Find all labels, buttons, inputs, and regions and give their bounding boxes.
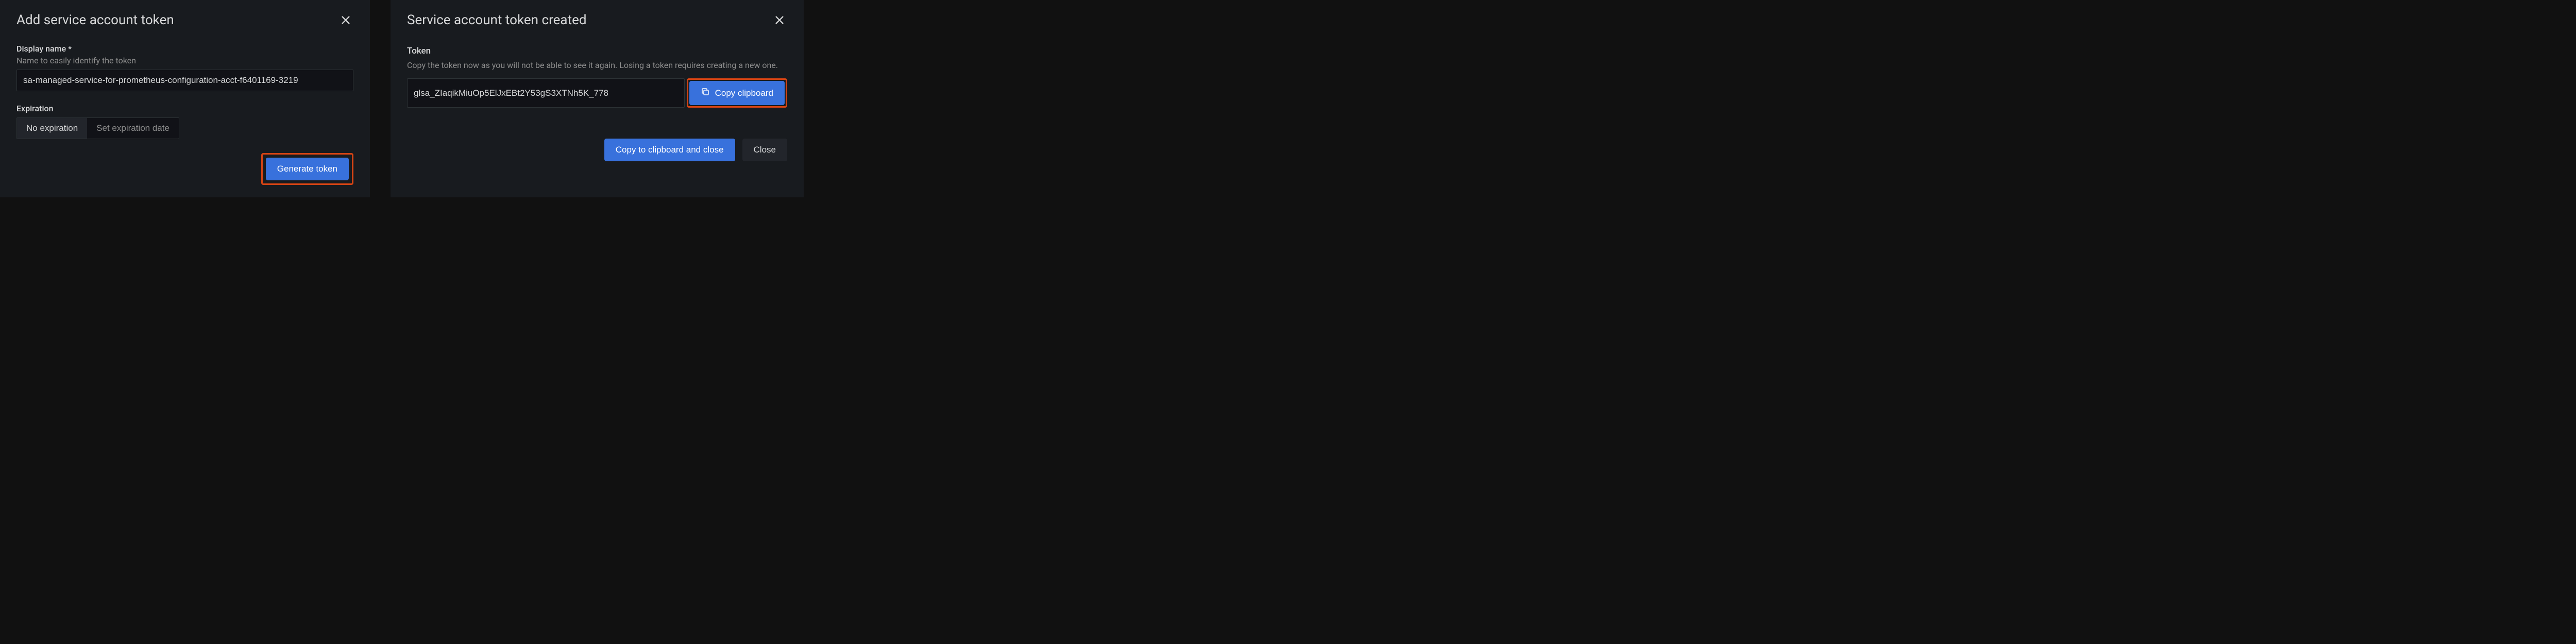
close-action-button[interactable]: Close xyxy=(742,139,787,161)
generate-token-button[interactable]: Generate token xyxy=(266,158,349,180)
close-button[interactable] xyxy=(772,12,787,29)
copy-clipboard-label: Copy clipboard xyxy=(715,88,773,98)
token-created-modal: Service account token created Token Copy… xyxy=(391,0,804,197)
display-name-help: Name to easily identify the token xyxy=(16,56,353,65)
expiration-label: Expiration xyxy=(16,104,353,113)
generate-button-highlight: Generate token xyxy=(261,153,353,185)
modal-title: Service account token created xyxy=(407,12,587,28)
modal-header: Service account token created xyxy=(407,12,787,29)
copy-clipboard-button[interactable]: Copy clipboard xyxy=(689,81,785,105)
set-expiration-toggle[interactable]: Set expiration date xyxy=(87,118,179,139)
clipboard-icon xyxy=(701,87,710,99)
modal-actions: Generate token xyxy=(16,153,353,185)
display-name-input[interactable] xyxy=(16,70,353,91)
expiration-section: Expiration No expiration Set expiration … xyxy=(16,104,353,139)
copy-button-highlight: Copy clipboard xyxy=(687,78,787,108)
token-help: Copy the token now as you will not be ab… xyxy=(407,59,787,71)
token-row: Copy clipboard xyxy=(407,78,787,108)
add-token-modal: Add service account token Display name *… xyxy=(0,0,370,197)
close-icon xyxy=(340,14,351,27)
display-name-label: Display name * xyxy=(16,44,353,54)
modal-actions: Copy to clipboard and close Close xyxy=(407,139,787,161)
token-label: Token xyxy=(407,46,787,56)
close-icon xyxy=(774,14,785,27)
no-expiration-toggle[interactable]: No expiration xyxy=(17,118,87,139)
token-section: Token Copy the token now as you will not… xyxy=(407,46,787,108)
modal-title: Add service account token xyxy=(16,12,174,28)
close-button[interactable] xyxy=(338,12,353,29)
token-value-input[interactable] xyxy=(407,78,685,108)
display-name-section: Display name * Name to easily identify t… xyxy=(16,44,353,91)
copy-and-close-button[interactable]: Copy to clipboard and close xyxy=(604,139,735,161)
expiration-toggle-group: No expiration Set expiration date xyxy=(16,117,179,139)
modal-header: Add service account token xyxy=(16,12,353,29)
